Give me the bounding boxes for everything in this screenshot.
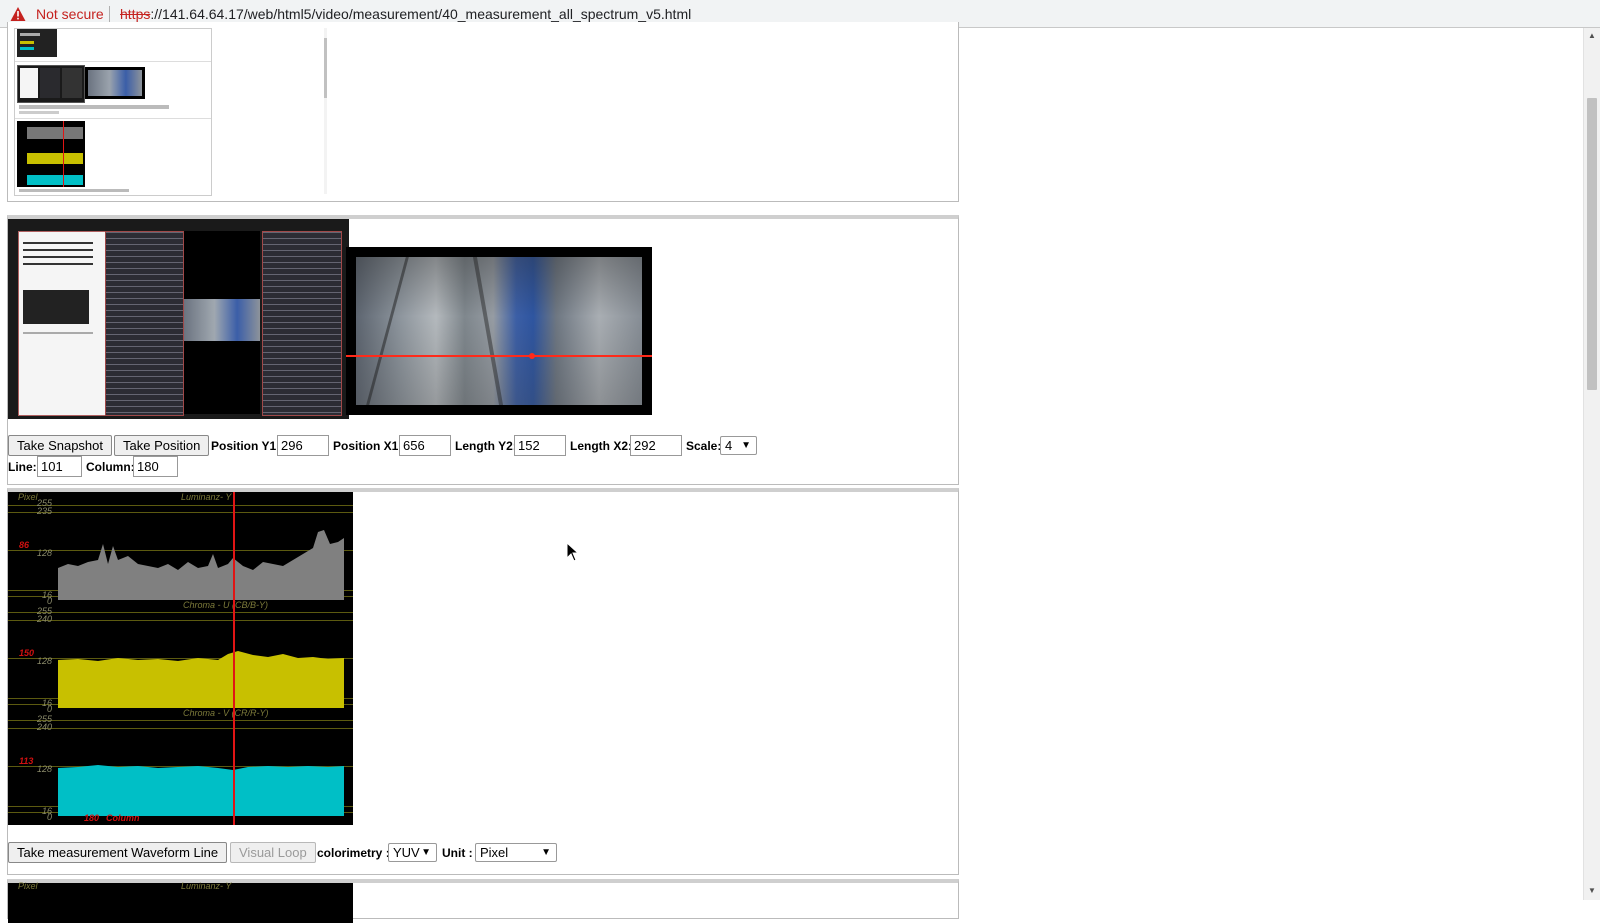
grid-line [8, 512, 353, 513]
take-position-button[interactable]: Take Position [114, 435, 210, 456]
length-x2-label: Length X2: [570, 439, 632, 453]
take-snapshot-button[interactable]: Take Snapshot [8, 435, 113, 456]
thumbnail-item[interactable] [17, 29, 57, 57]
warning-icon [10, 7, 26, 21]
tick-label: 240 [36, 722, 52, 732]
luma-title: Luminanz- Y [181, 881, 232, 891]
unit-select[interactable]: Pixel ▼ [475, 843, 557, 862]
scrollbar-thumb[interactable] [1587, 98, 1597, 390]
tick-label: 235 [36, 506, 52, 516]
column-value: 180 [84, 813, 100, 823]
position-x1-label: Position X1: [333, 439, 403, 453]
thumbnail-list[interactable] [14, 28, 212, 196]
grid-line [8, 728, 353, 729]
length-y2-input[interactable] [514, 435, 566, 456]
grid-line [8, 612, 353, 613]
divider [109, 6, 110, 22]
position-x1-input[interactable] [399, 435, 451, 456]
line-input[interactable] [37, 456, 82, 477]
thumbnail-item[interactable] [85, 67, 145, 99]
measurement-line[interactable] [346, 355, 652, 357]
chevron-down-icon: ▼ [421, 847, 431, 858]
length-x2-input[interactable] [630, 435, 682, 456]
tick-label: 0 [46, 704, 52, 714]
chevron-down-icon: ▼ [741, 440, 751, 451]
screen-snapshot [8, 219, 349, 419]
camera-view[interactable] [346, 247, 652, 415]
thumbnails-panel [7, 22, 959, 202]
tick-label: 0 [46, 812, 52, 822]
unit-label: Unit : [442, 846, 473, 860]
pixel-label: Pixel [18, 881, 38, 891]
grid-line [8, 720, 353, 721]
luma-marker-value: 86 [19, 540, 30, 550]
position-y1-label: Position Y1: [211, 439, 281, 453]
waveform-panel: Pixel Luminanz- Y 255 235 128 16 0 86 Ch… [7, 488, 959, 875]
line-label: Line: [8, 460, 37, 474]
measurement-point[interactable] [529, 353, 535, 359]
inner-scrollbar[interactable] [324, 28, 327, 194]
scale-label: Scale: [686, 439, 722, 453]
unit-value: Pixel [480, 845, 509, 860]
visual-loop-button[interactable]: Visual Loop [230, 842, 316, 863]
grid-line [8, 505, 353, 506]
colorimetry-value: YUV [393, 845, 420, 860]
security-status[interactable]: Not secure [36, 6, 104, 22]
snapshot-heading [23, 242, 93, 268]
camera-frame [356, 257, 642, 405]
cb-marker-value: 150 [19, 648, 35, 658]
snapshot-panel: Take Snapshot Take Position Position Y1:… [7, 215, 959, 485]
page-scrollbar[interactable]: ▲ ▼ [1583, 28, 1600, 900]
scroll-up-icon[interactable]: ▲ [1588, 31, 1596, 40]
scale-value: 4 [725, 438, 733, 453]
position-y1-input[interactable] [277, 435, 329, 456]
column-cursor[interactable] [233, 492, 235, 825]
url-path: ://141.64.64.17/web/html5/video/measurem… [150, 6, 692, 22]
tick-label: 128 [36, 548, 52, 558]
url-text[interactable]: https://141.64.64.17/web/html5/video/mea… [120, 6, 691, 22]
cb-waveform [58, 651, 344, 708]
next-waveform-display[interactable]: Pixel Luminanz- Y [8, 881, 353, 923]
waveform-display[interactable]: Pixel Luminanz- Y 255 235 128 16 0 86 Ch… [8, 492, 353, 825]
chevron-down-icon: ▼ [541, 847, 551, 858]
luma-waveform [58, 530, 344, 600]
colorimetry-select[interactable]: YUV ▼ [388, 843, 437, 862]
thumbnail-item[interactable] [17, 65, 85, 103]
scale-select[interactable]: 4 ▼ [720, 436, 757, 455]
grid-line [8, 620, 353, 621]
cb-title: Chroma - U (CB/B-Y) [183, 600, 269, 610]
next-waveform-panel: Pixel Luminanz- Y [7, 879, 959, 923]
take-waveform-button[interactable]: Take measurement Waveform Line [8, 842, 228, 863]
column-input[interactable] [133, 456, 178, 477]
luma-title: Luminanz- Y [181, 492, 232, 502]
column-label: Column: [86, 460, 135, 474]
tick-label: 0 [46, 596, 52, 606]
thumbnail-item[interactable] [17, 121, 85, 187]
cr-marker-value: 113 [19, 756, 34, 766]
cr-waveform [58, 765, 344, 816]
mouse-cursor-icon [566, 542, 580, 562]
cr-title: Chroma - V (CR/R-Y) [183, 708, 269, 718]
tick-label: 240 [36, 614, 52, 624]
column-axis-label: Column [106, 813, 140, 823]
url-scheme: https [120, 6, 151, 22]
length-y2-label: Length Y2: [455, 439, 517, 453]
scroll-down-icon[interactable]: ▼ [1588, 886, 1596, 895]
colorimetry-label: colorimetry : [317, 846, 390, 860]
